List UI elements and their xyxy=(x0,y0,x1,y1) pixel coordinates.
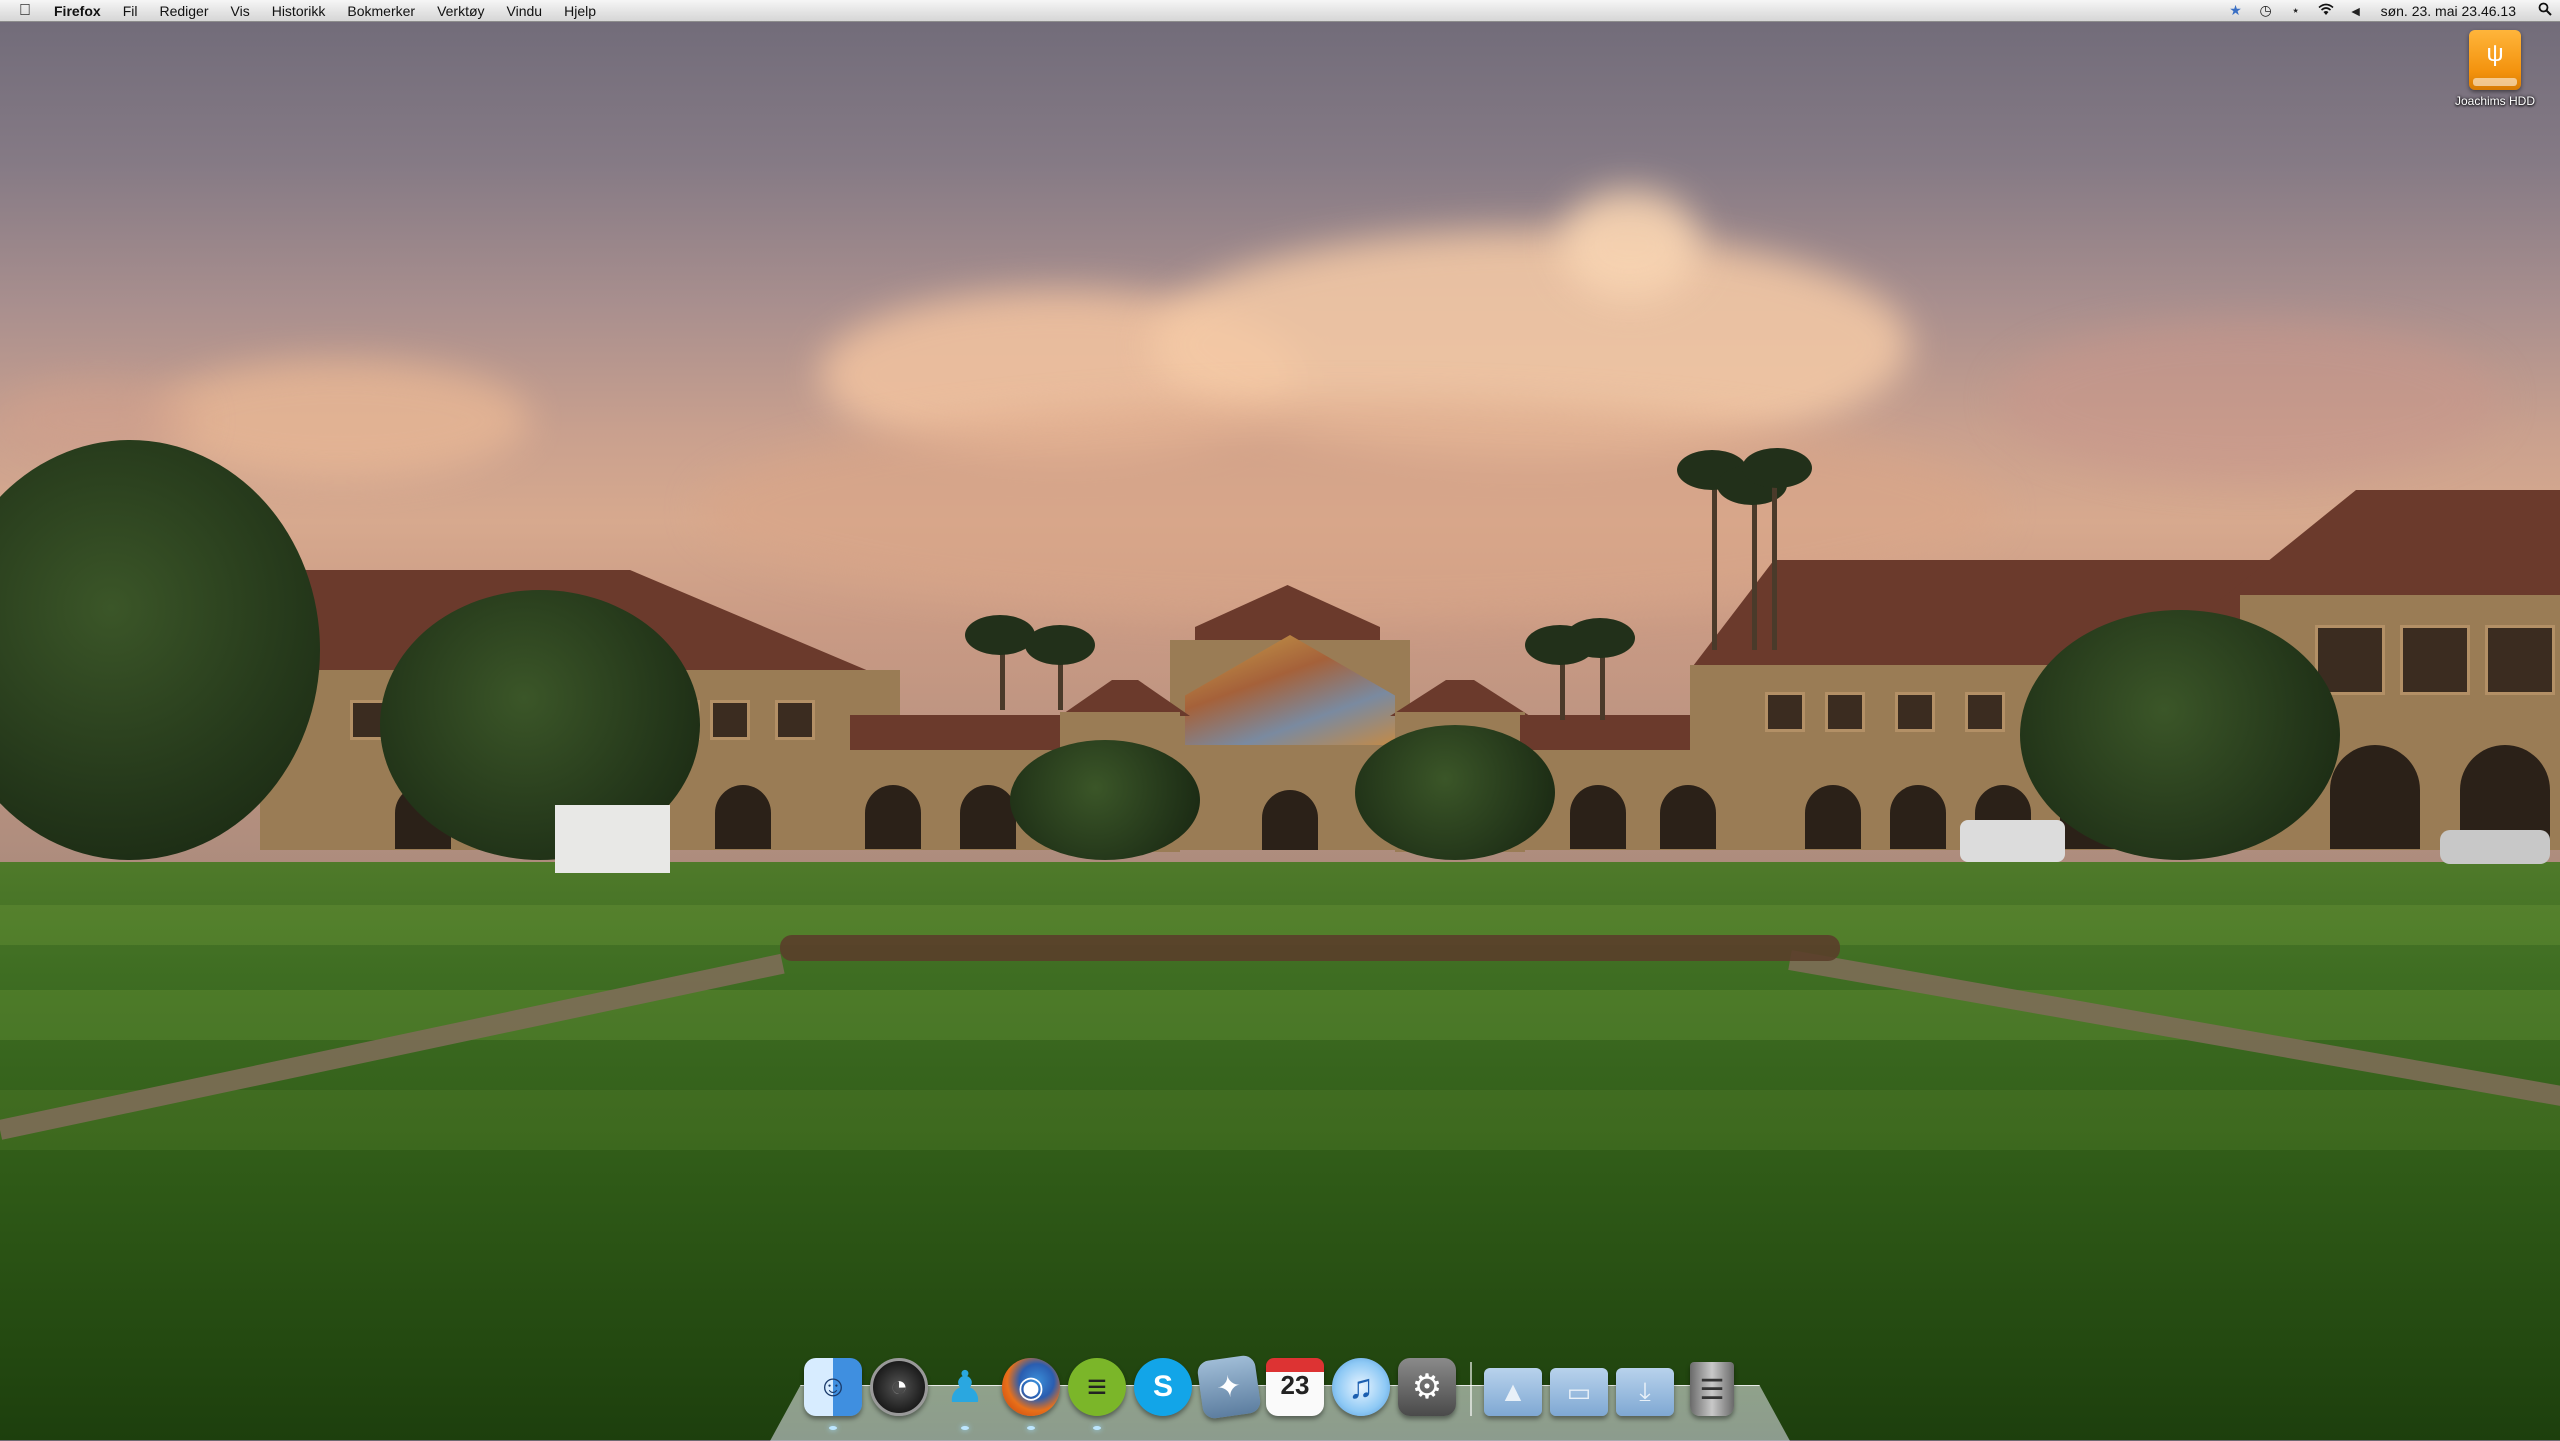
mail-icon[interactable]: ✦ xyxy=(1196,1354,1262,1420)
lawn-stripe xyxy=(0,1090,2560,1150)
downloads-folder-icon[interactable]: ⤓ xyxy=(1616,1368,1674,1416)
wifi-icon[interactable] xyxy=(2311,3,2341,19)
running-indicator xyxy=(829,1426,837,1430)
menu-app-firefox[interactable]: Firefox xyxy=(50,3,112,19)
itunes-icon[interactable]: ♫ xyxy=(1332,1358,1390,1416)
time-machine-icon[interactable]: ★ xyxy=(2221,2,2251,19)
messenger-icon[interactable]: ♟ xyxy=(936,1358,994,1430)
cloud xyxy=(2000,320,2500,480)
menu-vis[interactable]: Vis xyxy=(220,3,261,19)
car xyxy=(2440,830,2550,864)
firefox-icon[interactable]: ◉ xyxy=(1002,1358,1060,1430)
dock: ☺ ◔ ♟ ◉ ≡ S ✦ 23 ♫ ⚙ ▲ ▭ ⤓ ☰ xyxy=(804,1354,1742,1430)
truck xyxy=(555,805,670,873)
running-indicator xyxy=(1093,1426,1101,1430)
tree xyxy=(1355,725,1555,860)
sync-icon[interactable]: ◷ xyxy=(2251,2,2281,19)
church-portal xyxy=(1262,790,1318,850)
menu-clock[interactable]: søn. 23. mai 23.46.13 xyxy=(2371,3,2530,19)
window xyxy=(1765,692,1805,732)
menu-vindu[interactable]: Vindu xyxy=(496,3,554,19)
arch xyxy=(1660,785,1716,849)
running-indicator xyxy=(1027,1426,1035,1430)
bluetooth-icon[interactable]: ⋆ xyxy=(2281,2,2311,19)
palm-crown xyxy=(1025,625,1095,665)
applications-folder-icon[interactable]: ▲ xyxy=(1484,1368,1542,1416)
calendar-icon[interactable]: 23 xyxy=(1266,1358,1324,1416)
palm-crown xyxy=(1565,618,1635,658)
apple-menu-icon[interactable]:  xyxy=(0,2,50,20)
menu-fil[interactable]: Fil xyxy=(112,3,149,19)
window xyxy=(2400,625,2470,695)
window xyxy=(2485,625,2555,695)
drive-label[interactable]: Joachims HDD xyxy=(2440,94,2550,108)
van xyxy=(1960,820,2065,862)
spotlight-search-icon[interactable] xyxy=(2530,2,2560,19)
desktop-drive[interactable]: ψ Joachims HDD xyxy=(2440,30,2550,108)
window xyxy=(1965,692,2005,732)
dock-separator xyxy=(1470,1362,1472,1416)
palm-trunk xyxy=(1772,460,1777,650)
trash-icon[interactable]: ☰ xyxy=(1690,1362,1734,1416)
menu-verktoy[interactable]: Verktøy xyxy=(426,3,495,19)
arch xyxy=(2330,745,2420,849)
external-usb-drive-icon[interactable]: ψ xyxy=(2469,30,2521,90)
palm-trunk xyxy=(1752,480,1757,650)
documents-folder-icon[interactable]: ▭ xyxy=(1550,1368,1608,1416)
dashboard-icon[interactable]: ◔ xyxy=(870,1358,928,1416)
running-indicator xyxy=(961,1426,969,1430)
palm-crown xyxy=(1742,448,1812,488)
window xyxy=(775,700,815,740)
flowerbed xyxy=(780,935,1840,961)
arch xyxy=(1805,785,1861,849)
tree xyxy=(1010,740,1200,860)
volume-icon[interactable]: ◄ xyxy=(2341,3,2371,19)
menu-hjelp[interactable]: Hjelp xyxy=(553,3,607,19)
cloud xyxy=(1560,190,1700,300)
window xyxy=(1895,692,1935,732)
menu-rediger[interactable]: Rediger xyxy=(148,3,219,19)
system-preferences-icon[interactable]: ⚙ xyxy=(1398,1358,1456,1416)
menu-historikk[interactable]: Historikk xyxy=(261,3,337,19)
arch xyxy=(1570,785,1626,849)
tree xyxy=(2020,610,2340,860)
calendar-header xyxy=(1266,1358,1324,1372)
menu-bokmerker[interactable]: Bokmerker xyxy=(336,3,426,19)
menu-extras: ★ ◷ ⋆ ◄ søn. 23. mai 23.46.13 xyxy=(2221,0,2560,21)
skype-icon[interactable]: S xyxy=(1134,1358,1192,1416)
menu-bar:  Firefox Fil Rediger Vis Historikk Bokm… xyxy=(0,0,2560,22)
window xyxy=(1825,692,1865,732)
finder-icon[interactable]: ☺ xyxy=(804,1358,862,1430)
arch xyxy=(1890,785,1946,849)
palm-trunk xyxy=(1712,470,1717,650)
arch xyxy=(960,785,1016,849)
window xyxy=(710,700,750,740)
spotify-icon[interactable]: ≡ xyxy=(1068,1358,1126,1430)
arch xyxy=(865,785,921,849)
palm-crown xyxy=(965,615,1035,655)
calendar-day: 23 xyxy=(1280,1370,1310,1400)
roof-mid-left xyxy=(850,715,1070,755)
arch xyxy=(715,785,771,849)
desktop-wallpaper xyxy=(0,0,2560,1440)
